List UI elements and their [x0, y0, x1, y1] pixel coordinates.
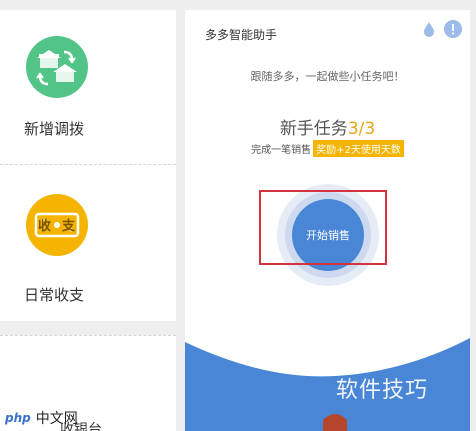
task-heading-text: 新手任务	[279, 119, 348, 139]
expense-glyph: 支	[62, 219, 76, 234]
card-title: 多多智能助手	[205, 28, 278, 42]
income-expense-icon	[26, 194, 88, 256]
tile-daily-income-expense[interactable]: 收 支 日常收支	[0, 166, 176, 321]
droplet-icon[interactable]	[420, 20, 438, 38]
reward-badge: 奖励+2天使用天数	[313, 140, 404, 157]
task-progress: 3/3	[347, 119, 376, 139]
card-subtitle: 跟随多多，一起做些小任务吧！	[250, 70, 405, 83]
watermark-site-name: 中文网	[35, 411, 78, 427]
left-panel: 新增调拨 收 支 日常收支	[0, 10, 176, 321]
income-glyph: 收	[38, 219, 52, 234]
divider	[0, 335, 176, 336]
watermark-left: php 中文网	[2, 408, 78, 428]
transfer-house-icon	[26, 36, 88, 98]
php-logo-icon: php	[2, 411, 34, 425]
tile-label-new-transfer: 新增调拨	[24, 120, 85, 138]
divider	[0, 164, 176, 165]
watermark-right: 软件技巧	[330, 372, 428, 404]
task-description: 完成一笔销售 奖励+2天使用天数	[185, 140, 470, 157]
tile-label-daily-income-expense: 日常收支	[24, 286, 85, 304]
annotation-highlight-box	[259, 190, 387, 265]
card-icons	[420, 20, 462, 38]
watermark-text: 软件技巧	[336, 378, 429, 403]
tile-new-transfer[interactable]: 新增调拨	[0, 10, 176, 165]
task-heading: 新手任务3/3	[185, 114, 470, 139]
task-desc-text: 完成一笔销售	[251, 145, 312, 156]
info-icon[interactable]	[444, 20, 462, 38]
assistant-card: 多多智能助手 跟随多多，一起做些小任务吧！ 新手任务3/3 完成一笔销售 奖励+2…	[185, 10, 470, 431]
